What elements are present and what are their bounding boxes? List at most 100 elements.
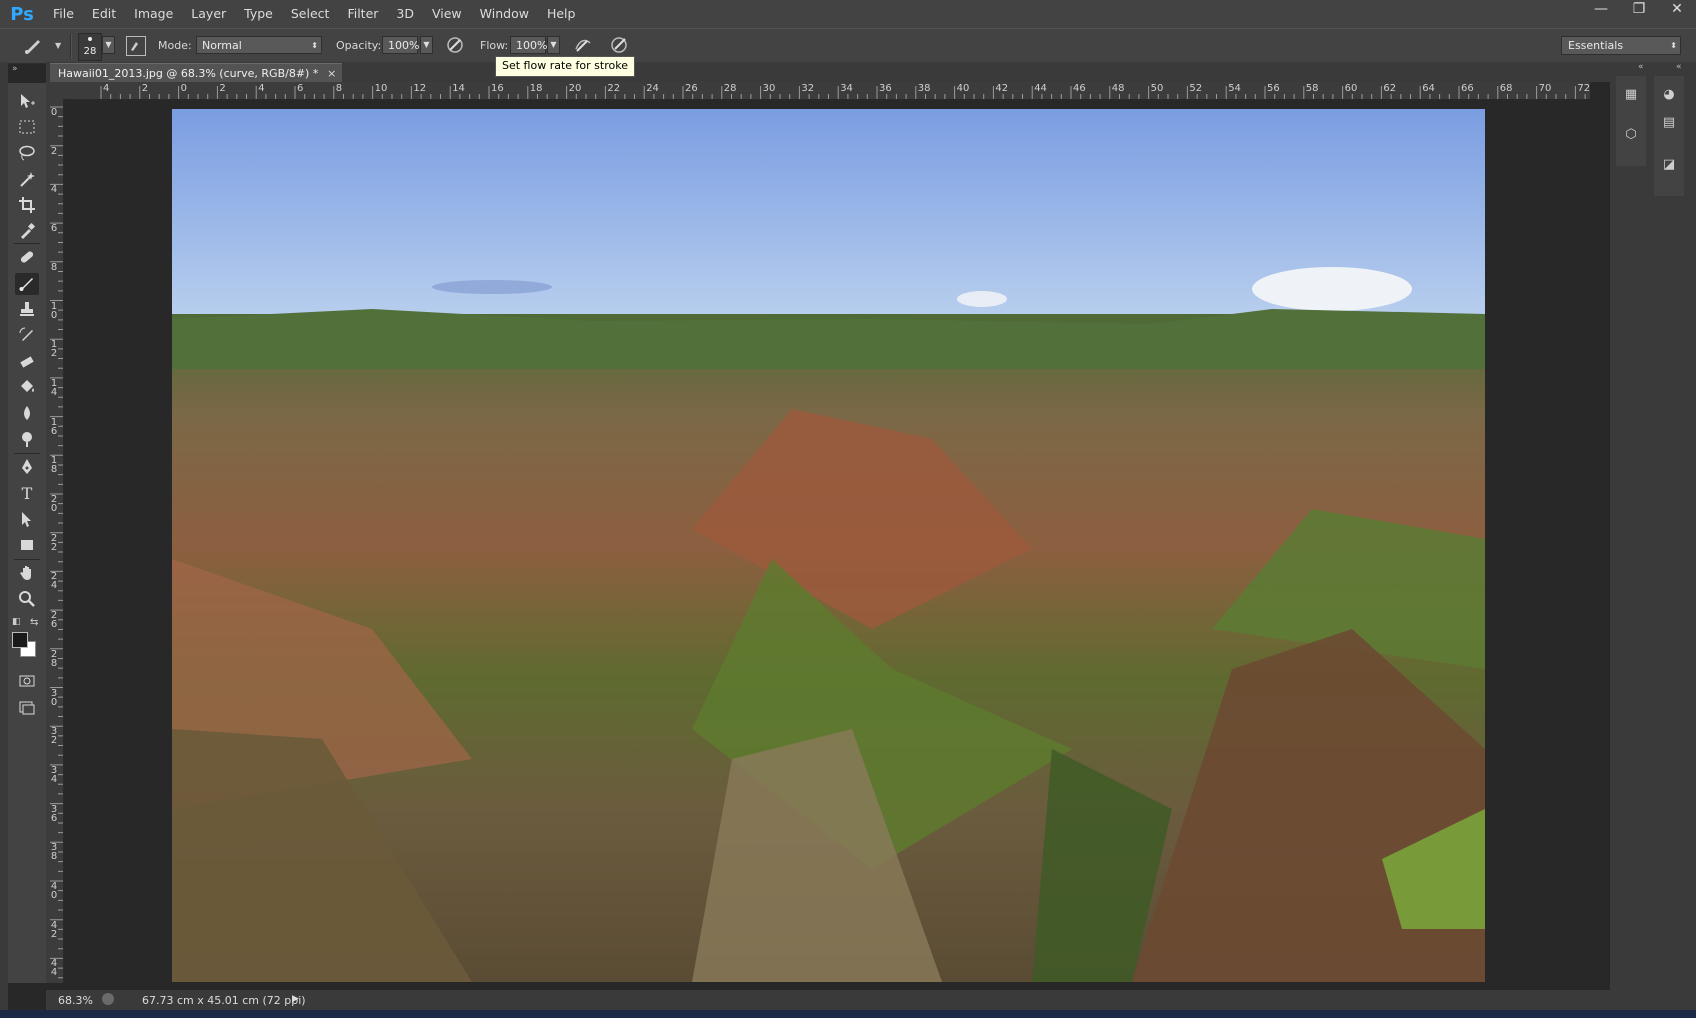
flow-input[interactable]: 100%	[510, 36, 547, 54]
ruler-number: 2 2	[50, 532, 58, 553]
separator	[14, 243, 40, 244]
ruler-number: 1 8	[50, 455, 58, 476]
swap-colors-icon[interactable]: ⇆	[30, 617, 38, 628]
ruler-number: 32	[801, 83, 815, 94]
ruler-number: 10	[374, 83, 388, 94]
mode-select[interactable]: Normal ⬍	[196, 36, 322, 54]
magic-wand-tool-icon[interactable]	[15, 169, 39, 191]
close-tab-icon[interactable]: ×	[327, 64, 336, 83]
hand-tool-icon[interactable]	[15, 563, 39, 585]
ruler-number: 22	[607, 83, 621, 94]
ruler-number: 3 0	[50, 687, 58, 708]
clone-stamp-tool-icon[interactable]	[15, 299, 39, 321]
screen-mode-icon[interactable]	[15, 697, 39, 719]
color-panel-icon[interactable]: ◕	[1660, 86, 1678, 104]
flow-slider-arrow[interactable]: ▼	[547, 36, 560, 54]
ruler-number: 12	[413, 83, 427, 94]
ruler-number: 16	[491, 83, 504, 94]
dodge-tool-icon[interactable]	[15, 429, 39, 451]
collapse-panel-icon[interactable]: «	[1638, 62, 1644, 72]
ruler-number: 20	[568, 83, 582, 94]
brush-tool-preset-icon[interactable]	[24, 35, 46, 58]
quick-mask-icon[interactable]	[15, 671, 39, 693]
history-brush-tool-icon[interactable]	[15, 325, 39, 347]
status-menu-arrow-icon[interactable]: ▶	[292, 994, 299, 1004]
close-button[interactable]: ✕	[1658, 0, 1696, 20]
menu-help[interactable]: Help	[538, 0, 585, 28]
menu-window[interactable]: Window	[471, 0, 538, 28]
horizontal-ruler[interactable]: 4 2 0 2 4 6 8 10 12 14 16 18 20 22 24 26 28 30 32 34 36 38 40 4…	[70, 82, 1590, 100]
marquee-tool-icon[interactable]	[15, 117, 39, 139]
panel-column-left: ▦ ⬡	[1616, 76, 1646, 166]
window-controls: — ❐ ✕	[1582, 0, 1696, 22]
ruler-number: 40	[956, 83, 970, 94]
eyedropper-tool-icon[interactable]	[15, 221, 39, 243]
ruler-number: 56	[1267, 83, 1280, 94]
airbrush-icon[interactable]	[572, 35, 594, 58]
menu-filter[interactable]: Filter	[338, 0, 387, 28]
opacity-slider-arrow[interactable]: ▼	[420, 36, 433, 54]
status-info-icon[interactable]	[102, 993, 114, 1005]
ruler-number: 2	[50, 145, 58, 157]
opacity-input[interactable]: 100%	[382, 36, 419, 54]
eraser-tool-icon[interactable]	[15, 351, 39, 373]
default-colors-icon[interactable]: ◧	[12, 617, 21, 627]
collapse-panel-icon[interactable]: »	[12, 64, 18, 74]
layers-panel-icon[interactable]: ◪	[1660, 156, 1678, 174]
ruler-number: 48	[1111, 83, 1125, 94]
brush-picker-arrow[interactable]: ▼	[102, 36, 115, 54]
menu-3d[interactable]: 3D	[387, 0, 423, 28]
ruler-number: 36	[879, 83, 892, 94]
ruler-number: 46	[1073, 83, 1086, 94]
restore-button[interactable]: ❐	[1620, 0, 1658, 20]
move-tool-icon[interactable]	[15, 91, 39, 113]
blur-tool-icon[interactable]	[15, 403, 39, 425]
ruler-number: 42	[995, 83, 1009, 94]
path-selection-tool-icon[interactable]	[15, 509, 39, 531]
menu-layer[interactable]: Layer	[182, 0, 235, 28]
document-image[interactable]	[172, 109, 1485, 982]
document-tab[interactable]: Hawaii01_2013.jpg @ 68.3% (curve, RGB/8#…	[50, 63, 343, 83]
brush-size-picker[interactable]: 28	[78, 33, 102, 61]
pressure-size-icon[interactable]	[608, 35, 630, 58]
foreground-color-swatch[interactable]	[12, 632, 28, 648]
flow-label: Flow:	[480, 39, 509, 52]
3d-panel-icon[interactable]: ⬡	[1622, 126, 1640, 144]
ruler-number: 54	[1228, 83, 1241, 94]
separator	[14, 453, 40, 454]
chevron-down-icon[interactable]: ▼	[55, 41, 61, 50]
menu-bar: Ps File Edit Image Layer Type Select Fil…	[0, 0, 1696, 28]
paint-bucket-tool-icon[interactable]	[15, 377, 39, 399]
minimize-button[interactable]: —	[1582, 0, 1620, 20]
ruler-number: 64	[1422, 83, 1435, 94]
ruler-number: 14	[452, 83, 465, 94]
crop-tool-icon[interactable]	[15, 195, 39, 217]
swatches-panel-icon[interactable]: ▤	[1660, 114, 1678, 132]
rectangle-tool-icon[interactable]	[15, 535, 39, 557]
menu-type[interactable]: Type	[235, 0, 282, 28]
workspace-switcher[interactable]: Essentials ⬍	[1561, 36, 1681, 55]
brush-tip-icon	[88, 37, 92, 41]
collapse-panel-icon[interactable]: «	[1676, 62, 1682, 72]
ruler-number: 4	[50, 184, 58, 196]
pressure-opacity-icon[interactable]	[444, 35, 466, 58]
type-tool-icon[interactable]: T	[15, 483, 39, 505]
ruler-number: 1 0	[50, 300, 58, 321]
menu-image[interactable]: Image	[125, 0, 182, 28]
brush-panel-toggle-icon[interactable]	[126, 36, 146, 56]
pen-tool-icon[interactable]	[15, 457, 39, 479]
brush-tool-icon[interactable]	[15, 273, 39, 295]
ruler-number: 4	[258, 83, 265, 94]
menu-view[interactable]: View	[423, 0, 471, 28]
zoom-level[interactable]: 68.3%	[58, 994, 93, 1007]
history-panel-icon[interactable]: ▦	[1622, 86, 1640, 104]
ruler-number: 50	[1150, 83, 1164, 94]
vertical-ruler[interactable]: 0 2 4 6 8 1 0 1 2 1 4 1 6 1 8 2 0 2 2 2 4 2 6 2 8 3 0 3 …	[46, 99, 64, 983]
menu-edit[interactable]: Edit	[83, 0, 125, 28]
zoom-tool-icon[interactable]	[15, 589, 39, 611]
lasso-tool-icon[interactable]	[15, 143, 39, 165]
menu-select[interactable]: Select	[282, 0, 339, 28]
ruler-number: 3 6	[50, 803, 58, 824]
healing-brush-tool-icon[interactable]	[15, 247, 39, 269]
menu-file[interactable]: File	[44, 0, 83, 28]
